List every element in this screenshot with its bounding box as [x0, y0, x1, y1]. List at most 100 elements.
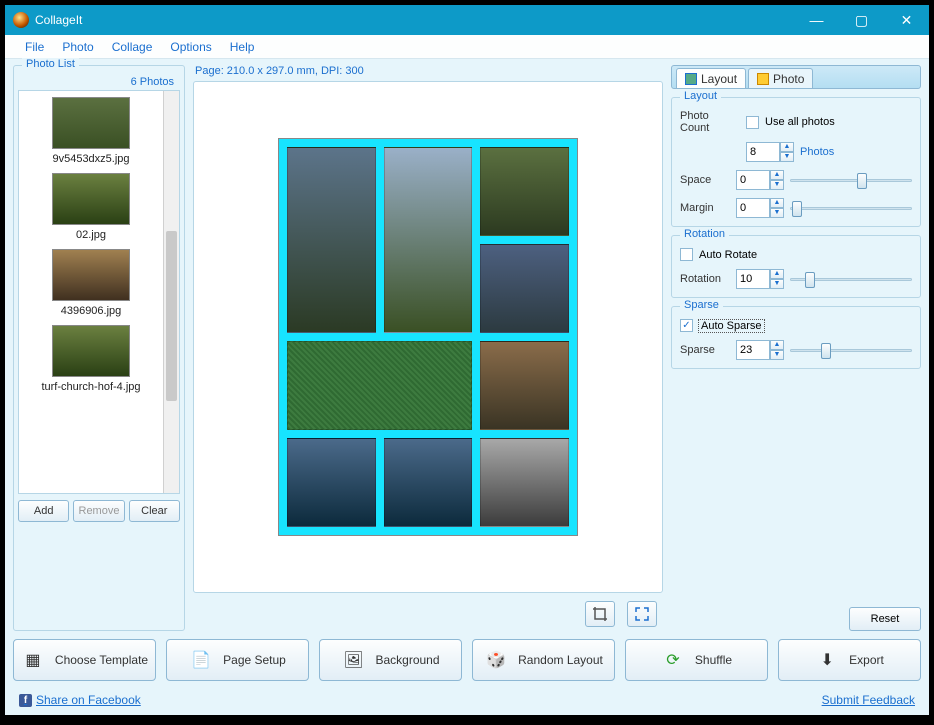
space-slider[interactable]: [790, 173, 912, 187]
sparse-input[interactable]: [736, 340, 770, 360]
group-legend: Rotation: [680, 228, 729, 240]
space-input[interactable]: [736, 170, 770, 190]
list-item[interactable]: 02.jpg: [52, 173, 130, 241]
shuffle-icon: ⟳: [661, 648, 685, 672]
layout-group: Layout Photo Count Use all photos ▲▼ Pho…: [671, 97, 921, 227]
submit-feedback-link[interactable]: Submit Feedback: [822, 693, 915, 707]
export-button[interactable]: ⬇ Export: [778, 639, 921, 681]
margin-label: Margin: [680, 202, 730, 214]
auto-sparse-checkbox[interactable]: ✓: [680, 319, 693, 332]
button-label: Choose Template: [55, 653, 148, 667]
sparse-group: Sparse ✓ Auto Sparse Sparse ▲▼: [671, 306, 921, 369]
maximize-button[interactable]: ▢: [839, 5, 884, 35]
title-bar: CollageIt — ▢ ✕: [5, 5, 929, 35]
auto-rotate-checkbox[interactable]: [680, 248, 693, 261]
crop-button[interactable]: [585, 601, 615, 627]
use-all-photos-checkbox[interactable]: [746, 116, 759, 129]
collage-canvas[interactable]: [193, 81, 663, 593]
thumbnail-image: [52, 325, 130, 377]
tab-photo[interactable]: Photo: [748, 68, 813, 88]
sparse-slider[interactable]: [790, 343, 912, 357]
right-tabs: Layout Photo: [671, 65, 921, 89]
button-label: Export: [849, 653, 884, 667]
layout-icon: [685, 73, 697, 85]
random-layout-button[interactable]: 🎲 Random Layout: [472, 639, 615, 681]
clear-button[interactable]: Clear: [129, 500, 180, 522]
auto-sparse-label: Auto Sparse: [699, 320, 764, 332]
menu-collage[interactable]: Collage: [104, 38, 161, 56]
margin-slider[interactable]: [790, 201, 912, 215]
sparse-label: Sparse: [680, 344, 730, 356]
list-item[interactable]: 4396906.jpg: [52, 249, 130, 317]
list-item[interactable]: 9v5453dxz5.jpg: [52, 97, 130, 165]
thumbnail-caption: 4396906.jpg: [61, 305, 122, 317]
link-label: Submit Feedback: [822, 693, 915, 707]
use-all-photos-label: Use all photos: [765, 116, 835, 128]
collage-page[interactable]: [278, 138, 578, 536]
spinner-buttons[interactable]: ▲▼: [770, 340, 784, 360]
photo-count-label: Photo Count: [680, 110, 740, 134]
collage-cell[interactable]: [480, 244, 569, 333]
rotation-input[interactable]: [736, 269, 770, 289]
photo-count-input[interactable]: [746, 142, 780, 162]
add-button[interactable]: Add: [18, 500, 69, 522]
spinner-buttons[interactable]: ▲▼: [770, 198, 784, 218]
photo-list-legend: Photo List: [22, 58, 79, 70]
background-icon: 🖼: [341, 648, 365, 672]
close-button[interactable]: ✕: [884, 5, 929, 35]
photo-list-count: 6 Photos: [18, 76, 180, 90]
collage-cell[interactable]: [480, 341, 569, 430]
button-label: Shuffle: [695, 653, 732, 667]
fit-button[interactable]: [627, 601, 657, 627]
menu-photo[interactable]: Photo: [54, 38, 101, 56]
collage-cell[interactable]: [480, 147, 569, 236]
remove-button[interactable]: Remove: [73, 500, 124, 522]
menu-file[interactable]: File: [17, 38, 52, 56]
spinner-buttons[interactable]: ▲▼: [770, 269, 784, 289]
thumbnail-image: [52, 173, 130, 225]
button-label: Background: [375, 653, 439, 667]
scrollbar[interactable]: [163, 91, 179, 493]
window-title: CollageIt: [35, 13, 794, 27]
collage-cell[interactable]: [384, 438, 473, 527]
thumbnail-caption: 02.jpg: [76, 229, 106, 241]
spinner-buttons[interactable]: ▲▼: [780, 142, 794, 162]
link-label: Share on Facebook: [36, 693, 141, 707]
photo-list[interactable]: 9v5453dxz5.jpg 02.jpg 4396906.jpg: [18, 90, 180, 494]
scrollbar-thumb[interactable]: [166, 231, 177, 401]
button-label: Random Layout: [518, 653, 603, 667]
list-item[interactable]: turf-church-hof-4.jpg: [41, 325, 140, 393]
reset-button[interactable]: Reset: [849, 607, 921, 631]
spinner-buttons[interactable]: ▲▼: [770, 170, 784, 190]
export-icon: ⬇: [815, 648, 839, 672]
collage-cell[interactable]: [287, 147, 376, 333]
facebook-icon: f: [19, 694, 32, 707]
collage-cell[interactable]: [287, 438, 376, 527]
rotation-group: Rotation Auto Rotate Rotation ▲▼: [671, 235, 921, 298]
photo-icon: [757, 73, 769, 85]
group-legend: Layout: [680, 90, 721, 102]
page-setup-button[interactable]: 📄 Page Setup: [166, 639, 309, 681]
collage-cell[interactable]: [384, 147, 473, 333]
crop-icon: [592, 606, 608, 622]
collage-cell[interactable]: [287, 341, 472, 430]
tab-layout[interactable]: Layout: [676, 68, 746, 88]
button-label: Page Setup: [223, 653, 286, 667]
template-icon: ▦: [21, 648, 45, 672]
rotation-slider[interactable]: [790, 272, 912, 286]
tab-label: Photo: [773, 72, 804, 86]
rotation-label: Rotation: [680, 273, 730, 285]
share-facebook-link[interactable]: f Share on Facebook: [19, 693, 141, 707]
tab-label: Layout: [701, 72, 737, 86]
space-label: Space: [680, 174, 730, 186]
collage-cell[interactable]: [480, 438, 569, 527]
margin-input[interactable]: [736, 198, 770, 218]
thumbnail-caption: turf-church-hof-4.jpg: [41, 381, 140, 393]
menu-options[interactable]: Options: [162, 38, 219, 56]
minimize-button[interactable]: —: [794, 5, 839, 35]
auto-rotate-label: Auto Rotate: [699, 249, 757, 261]
shuffle-button[interactable]: ⟳ Shuffle: [625, 639, 768, 681]
menu-help[interactable]: Help: [222, 38, 263, 56]
choose-template-button[interactable]: ▦ Choose Template: [13, 639, 156, 681]
background-button[interactable]: 🖼 Background: [319, 639, 462, 681]
